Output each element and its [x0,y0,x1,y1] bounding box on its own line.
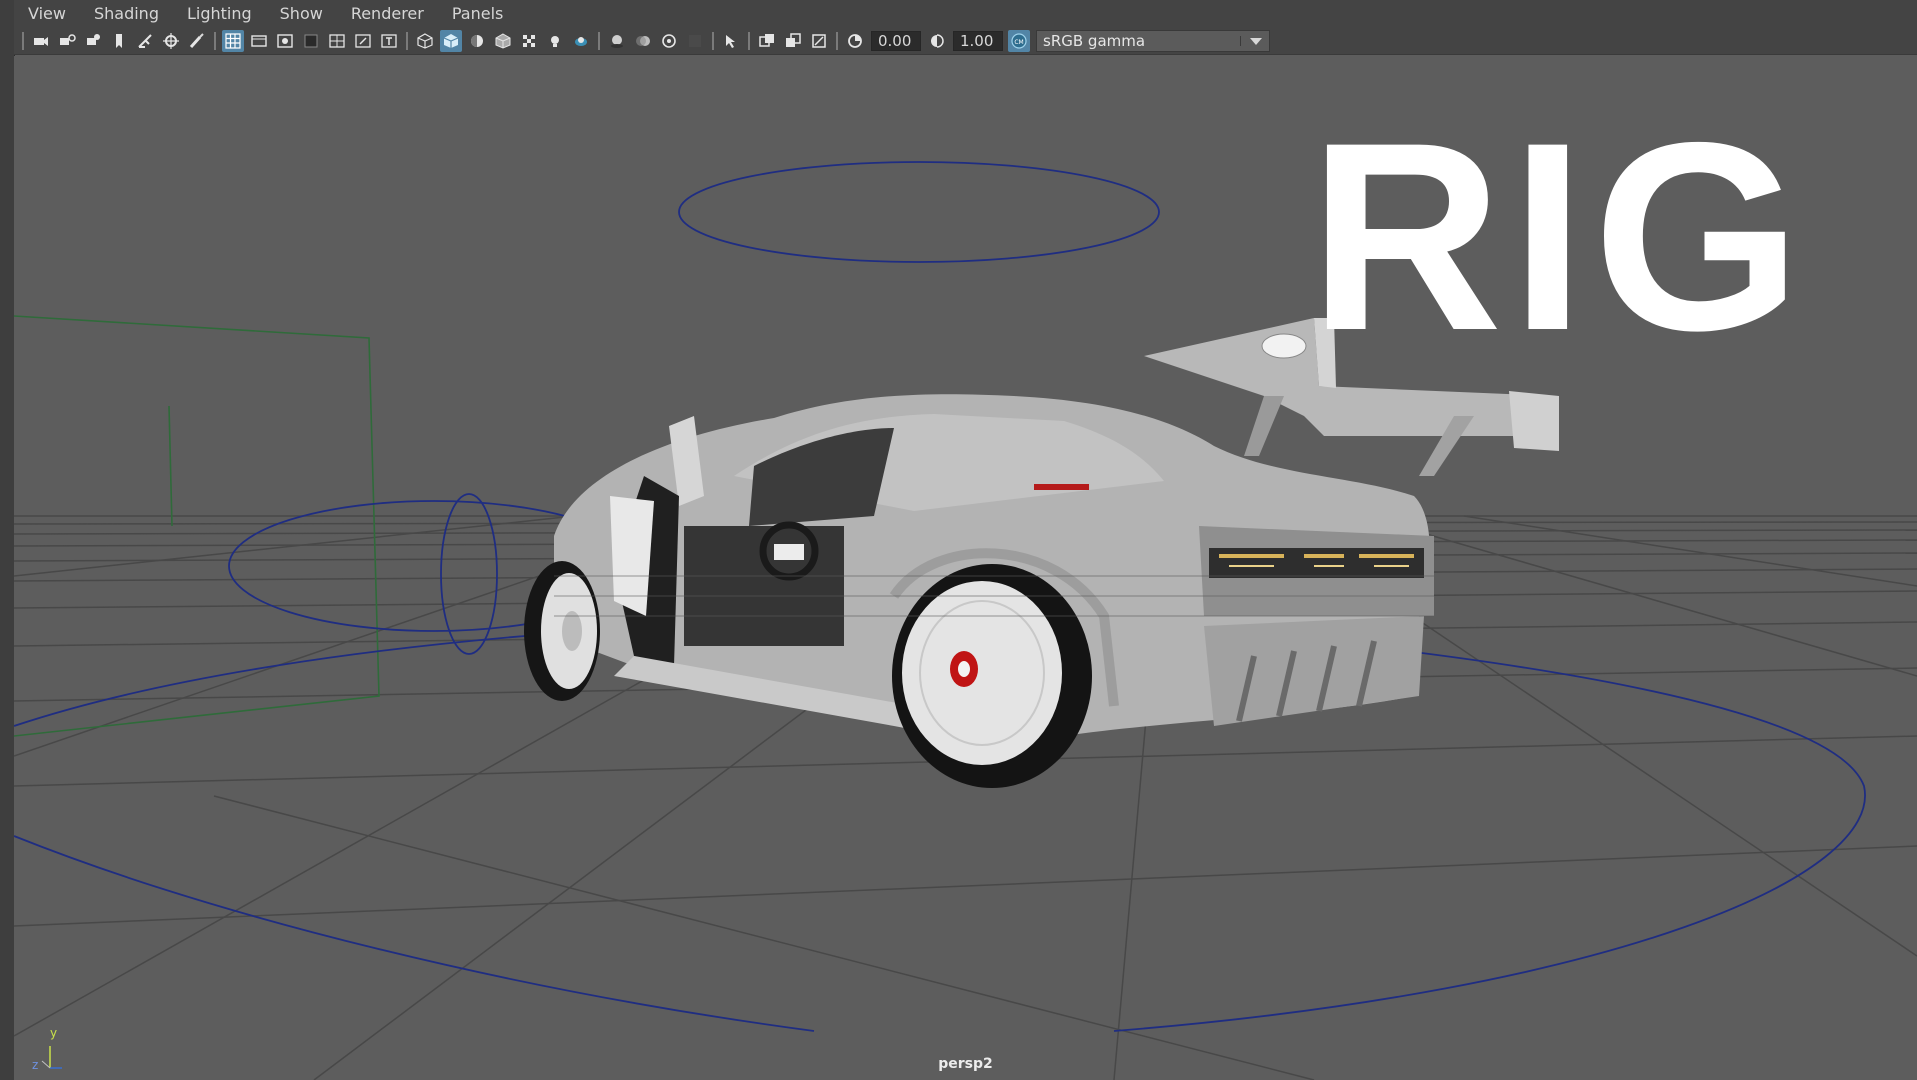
color-space-select[interactable]: sRGB gamma [1036,30,1270,52]
camera-attributes-icon[interactable] [56,30,78,52]
image-plane-icon[interactable] [108,30,130,52]
xray-joints-icon[interactable] [782,30,804,52]
axis-label-y: y [50,1026,58,1040]
film-gate-icon[interactable] [248,30,270,52]
gamma-field[interactable]: 1.00 [953,31,1003,51]
safe-action-icon[interactable] [352,30,374,52]
toolbar-separator [836,32,838,50]
safe-title-icon[interactable] [378,30,400,52]
overlay-title: RIG [1309,86,1810,386]
svg-text:CM: CM [1014,39,1023,46]
chevron-down-icon [1240,36,1263,46]
textured-icon[interactable] [518,30,540,52]
color-space-value: sRGB gamma [1043,32,1146,50]
toolbar-separator [406,32,408,50]
toolbar-separator [748,32,750,50]
exposure-icon[interactable] [844,30,866,52]
color-management-icon[interactable]: CM [1008,30,1030,52]
grid-icon[interactable] [222,30,244,52]
menu-renderer[interactable]: Renderer [337,0,438,28]
transform-icon[interactable] [134,30,156,52]
toolbar-separator [214,32,216,50]
camera-name-label: persp2 [938,1056,993,1072]
paint-icon[interactable] [160,30,182,52]
menu-panels[interactable]: Panels [438,0,518,28]
panel-menu-bar: View Shading Lighting Show Renderer Pane… [14,0,1917,28]
menu-lighting[interactable]: Lighting [173,0,266,28]
default-material-icon[interactable] [466,30,488,52]
field-chart-icon[interactable] [326,30,348,52]
gamma-icon[interactable] [926,30,948,52]
resolution-gate-icon[interactable] [274,30,296,52]
smooth-shade-icon[interactable] [440,30,462,52]
panel-toolbar: 0.00 1.00 CM sRGB gamma [14,28,1917,55]
toolbar-separator [712,32,714,50]
screen-space-ao-icon[interactable] [606,30,628,52]
motion-blur-icon[interactable] [632,30,654,52]
brush-icon[interactable] [186,30,208,52]
backface-culling-icon[interactable] [808,30,830,52]
menu-shading[interactable]: Shading [80,0,173,28]
isolate-select-icon[interactable] [720,30,742,52]
car-model [524,318,1559,788]
menu-view[interactable]: View [14,0,80,28]
3d-viewport[interactable]: y z RIG persp2 [14,56,1917,1080]
wireframe-icon[interactable] [414,30,436,52]
xray-icon[interactable] [756,30,778,52]
gate-mask-icon[interactable] [300,30,322,52]
wireframe-on-shaded-icon[interactable] [492,30,514,52]
menu-show[interactable]: Show [266,0,337,28]
left-panel-edge [0,0,15,1080]
toolbar-separator [598,32,600,50]
toolbar-separator [22,32,24,50]
use-lights-icon[interactable] [544,30,566,52]
anti-aliasing-icon[interactable] [658,30,680,52]
depth-of-field-icon[interactable] [684,30,706,52]
camera-select-icon[interactable] [30,30,52,52]
shadows-icon[interactable] [570,30,592,52]
top-control-curve [678,161,1160,263]
bookmark-icon[interactable] [82,30,104,52]
camera-frustum [14,315,380,737]
exposure-field[interactable]: 0.00 [871,31,921,51]
